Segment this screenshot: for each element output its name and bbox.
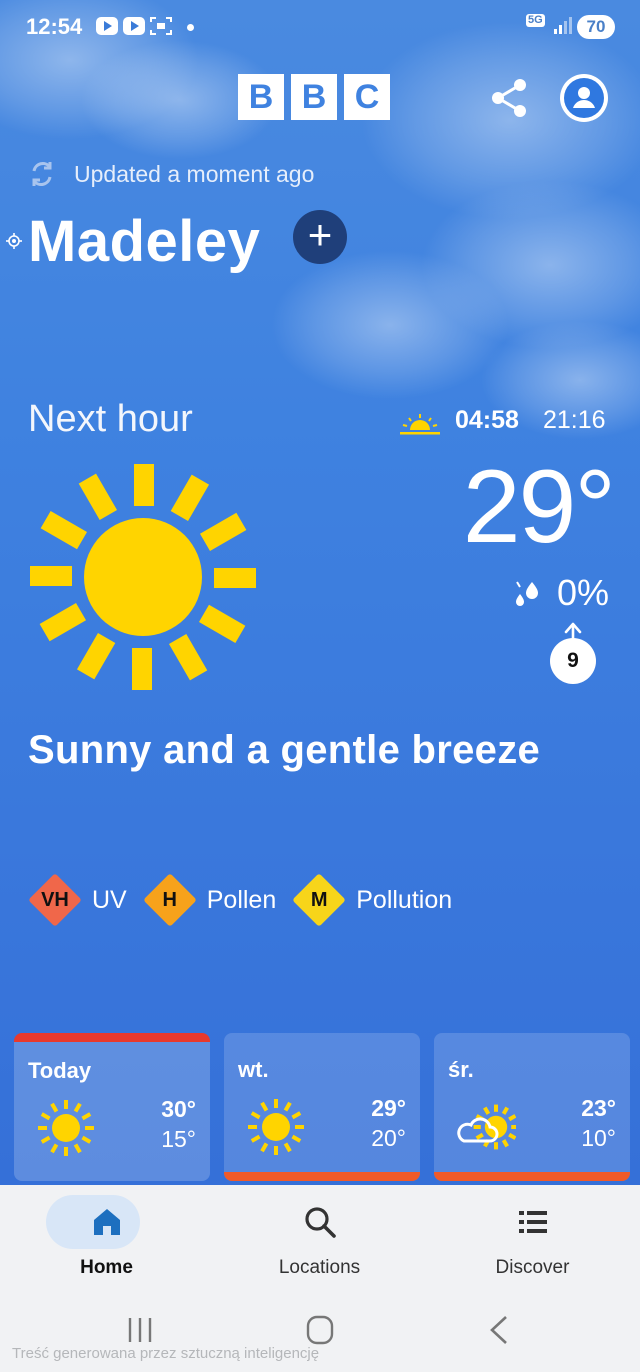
status-bar: 12:54 5G 70 xyxy=(0,0,640,56)
sun-icon xyxy=(38,1100,94,1156)
forecast-max: 23° xyxy=(581,1095,616,1121)
uv-label: UV xyxy=(92,885,127,914)
nav-discover[interactable]: Discover xyxy=(426,1185,639,1295)
sun-icon xyxy=(30,464,256,690)
forecast-min: 15° xyxy=(161,1126,196,1152)
back-icon[interactable] xyxy=(480,1313,520,1347)
next-hour-label: Next hour xyxy=(28,398,193,440)
sun-cloud-icon xyxy=(457,1104,516,1150)
logo-letter: B xyxy=(238,74,284,120)
pollen-level-badge: H xyxy=(142,873,197,927)
add-location-button[interactable]: + xyxy=(293,210,347,264)
forecast-card-tuesday[interactable]: wt. 29° 20° xyxy=(224,1033,420,1181)
bottom-navigation: Home Locations Discover xyxy=(0,1185,640,1295)
battery-indicator: 70 xyxy=(577,15,615,39)
pollen-level: H xyxy=(162,889,177,911)
forecast-day: wt. xyxy=(238,1057,269,1082)
updated-text: Updated a moment ago xyxy=(74,160,315,187)
forecast-cards: Today 30° 15° wt. 29° 20° śr. 23° 10° xyxy=(14,1033,632,1185)
nav-locations-label: Locations xyxy=(278,1257,361,1278)
pollution-level: M xyxy=(310,889,328,911)
gps-icon xyxy=(6,233,22,249)
sunrise-icon xyxy=(400,414,440,435)
home-icon xyxy=(93,1209,120,1235)
account-button[interactable] xyxy=(560,74,608,122)
network-type: 5G xyxy=(526,14,545,27)
sunset-time: 21:16 xyxy=(543,406,606,434)
nav-locations[interactable]: Locations xyxy=(213,1185,426,1295)
card-accent-bar xyxy=(224,1172,420,1181)
pollution-index[interactable]: M Pollution xyxy=(292,873,452,927)
home-button-icon[interactable] xyxy=(300,1313,340,1347)
cloud-decor xyxy=(420,180,640,350)
youtube-icon xyxy=(96,17,118,35)
refresh-icon[interactable] xyxy=(28,160,56,188)
pollution-label: Pollution xyxy=(356,885,453,914)
logo-letter: B xyxy=(291,74,337,120)
nav-home-label: Home xyxy=(80,1257,133,1278)
cloud-decor xyxy=(270,250,510,400)
uv-level-badge: VH xyxy=(28,873,82,927)
account-icon xyxy=(564,78,604,118)
forecast-min: 20° xyxy=(371,1125,406,1151)
share-icon[interactable] xyxy=(488,76,532,120)
logo-letter: C xyxy=(344,74,390,120)
ai-generated-note: Treść generowana przez sztuczną intelige… xyxy=(12,1345,320,1362)
card-accent-bar xyxy=(434,1172,630,1181)
screenshot-icon xyxy=(150,17,172,35)
updated-row: Updated a moment ago xyxy=(28,160,314,188)
sun-icon xyxy=(248,1099,304,1155)
rain-icon xyxy=(516,581,538,606)
forecast-min: 10° xyxy=(581,1125,616,1151)
pollution-level-badge: M xyxy=(292,873,347,927)
bbc-logo: B B C xyxy=(238,74,390,120)
notification-dot xyxy=(187,24,194,31)
forecast-card-today[interactable]: Today 30° 15° xyxy=(14,1033,210,1181)
recent-apps-icon[interactable] xyxy=(120,1313,160,1347)
nav-discover-label: Discover xyxy=(495,1257,570,1278)
weather-summary: Sunny and a gentle breeze xyxy=(28,728,541,772)
current-temperature: 29° xyxy=(462,449,616,565)
search-icon xyxy=(304,1207,336,1238)
environment-indices[interactable]: VH UV H Pollen M Pollution xyxy=(28,872,468,928)
weather-screen: 12:54 5G 70 B B C Updated a moment ago M… xyxy=(0,0,640,1185)
sunrise-time: 04:58 xyxy=(455,406,519,434)
pollen-index[interactable]: H Pollen xyxy=(142,873,277,927)
list-icon xyxy=(518,1211,547,1233)
forecast-day: Today xyxy=(28,1058,92,1083)
uv-index[interactable]: VH UV xyxy=(28,873,127,927)
rain-chance: 0% xyxy=(557,572,610,613)
signal-icon xyxy=(554,17,572,34)
status-time: 12:54 xyxy=(26,14,83,39)
forecast-max: 29° xyxy=(371,1095,406,1121)
location-name: Madeley xyxy=(28,209,261,274)
forecast-max: 30° xyxy=(161,1096,196,1122)
wind-speed-badge: 9 xyxy=(550,638,596,684)
forecast-day: śr. xyxy=(448,1057,474,1082)
pollen-label: Pollen xyxy=(206,885,277,914)
uv-level: VH xyxy=(41,889,69,911)
youtube-icon xyxy=(123,17,145,35)
forecast-card-wednesday[interactable]: śr. 23° 10° xyxy=(434,1033,630,1181)
nav-home[interactable]: Home xyxy=(0,1185,213,1295)
